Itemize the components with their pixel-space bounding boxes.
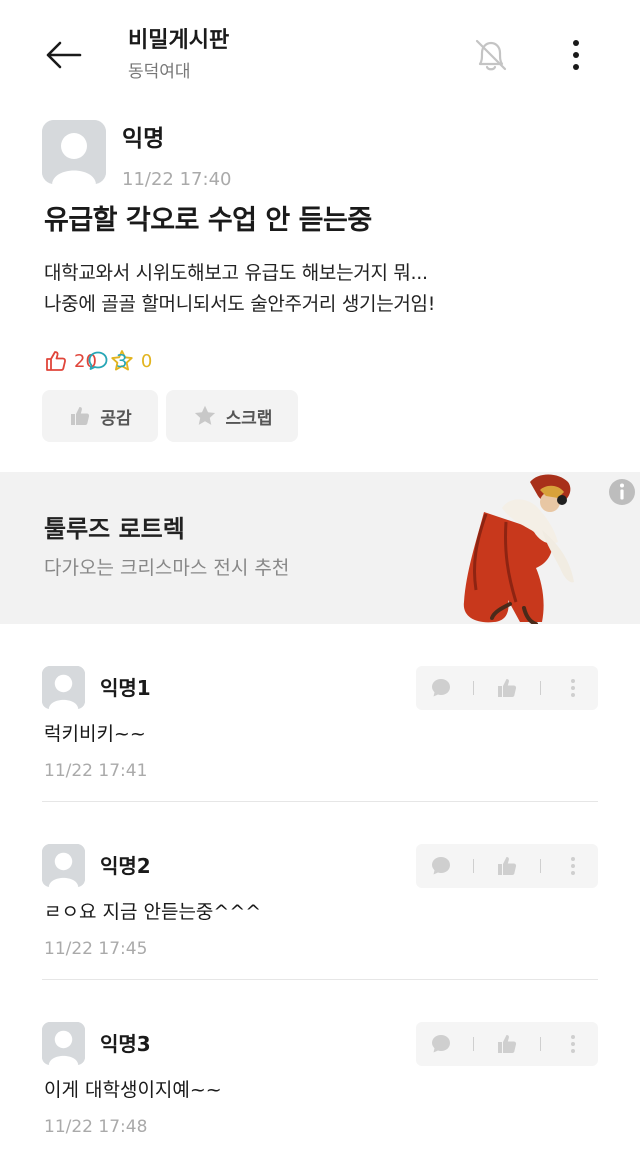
comment-item: 익명2 ㄹㅇ요 지금 안듣는중^^^ 11/22 17:45	[42, 802, 598, 980]
comment-text: ㄹㅇ요 지금 안듣는중^^^	[44, 901, 262, 923]
comment-tools	[416, 666, 598, 710]
board-subtitle: 동덕여대	[128, 62, 191, 82]
comment-timestamp: 11/22 17:48	[44, 1117, 148, 1137]
comment-text: 럭키비키~~	[44, 723, 146, 745]
avatar	[42, 666, 85, 709]
comment-item: 익명3 이게 대학생이지예~~ 11/22 17:48	[42, 980, 598, 1158]
ad-banner[interactable]: 툴루즈 로트렉 다가오는 크리스마스 전시 추천	[0, 472, 640, 624]
app-header: 비밀게시판 동덕여대	[0, 0, 640, 110]
tool-separator	[473, 1037, 475, 1051]
comment-like-button[interactable]	[490, 1027, 524, 1061]
comment-more-button[interactable]	[556, 671, 590, 705]
tool-separator	[539, 1037, 541, 1051]
reply-button[interactable]	[424, 1027, 458, 1061]
more-vertical-icon	[571, 679, 576, 697]
default-avatar-icon	[42, 120, 106, 184]
ad-title: 툴루즈 로트렉	[44, 515, 185, 543]
avatar	[42, 1022, 85, 1065]
comment-like-button[interactable]	[490, 671, 524, 705]
comment-like-button[interactable]	[490, 849, 524, 883]
comment-author: 익명1	[100, 676, 151, 700]
comment-tools	[416, 844, 598, 888]
more-vertical-icon	[571, 857, 576, 875]
more-options-button[interactable]	[556, 30, 596, 80]
bell-off-icon	[475, 39, 507, 71]
comment-more-button[interactable]	[556, 1027, 590, 1061]
thumbs-up-icon	[497, 857, 517, 875]
default-avatar-icon	[42, 1022, 85, 1065]
avatar	[42, 120, 106, 184]
notification-toggle-button[interactable]	[466, 30, 516, 80]
tool-separator	[539, 681, 541, 695]
post-author-name: 익명	[122, 126, 165, 152]
thumbs-up-icon	[497, 679, 517, 697]
post-author-row: 익명 11/22 17:40	[42, 120, 602, 190]
reply-button[interactable]	[424, 849, 458, 883]
comment-author: 익명2	[100, 854, 151, 878]
tool-separator	[539, 859, 541, 873]
tool-separator	[473, 859, 475, 873]
default-avatar-icon	[42, 844, 85, 887]
post-actions: 공감 스크랩	[42, 390, 306, 442]
reply-button[interactable]	[424, 671, 458, 705]
empathy-button[interactable]: 공감	[42, 390, 158, 442]
comment-text: 이게 대학생이지예~~	[44, 1079, 222, 1101]
ad-subtitle: 다가오는 크리스마스 전시 추천	[44, 557, 290, 579]
board-title-block: 비밀게시판 동덕여대	[128, 26, 229, 86]
thumbs-up-outline-icon	[46, 351, 66, 371]
tool-separator	[473, 681, 475, 695]
default-avatar-icon	[42, 666, 85, 709]
post-stats: 20 3 0	[44, 346, 164, 376]
comment-timestamp: 11/22 17:41	[44, 761, 148, 781]
empathy-label: 공감	[100, 408, 132, 429]
star-icon	[194, 405, 215, 425]
comment-bubble-icon	[431, 857, 450, 875]
comment-item: 익명1 럭키비키~~ 11/22 17:41	[42, 624, 598, 802]
thumbs-up-icon	[497, 1035, 517, 1053]
comment-bubble-icon	[431, 679, 450, 697]
comment-more-button[interactable]	[556, 849, 590, 883]
scrap-label: 스크랩	[225, 408, 273, 429]
avatar	[42, 844, 85, 887]
comment-count: 3	[116, 350, 128, 372]
post-title: 유급할 각오로 수업 안 듣는중	[44, 205, 372, 236]
more-vertical-icon	[571, 1035, 576, 1053]
ad-info-icon[interactable]	[608, 478, 636, 506]
ad-painting-image	[463, 474, 574, 624]
back-arrow-icon	[46, 41, 82, 69]
comment-timestamp: 11/22 17:45	[44, 939, 148, 959]
comment-tools	[416, 1022, 598, 1066]
scrap-button[interactable]: 스크랩	[166, 390, 298, 442]
comment-bubble-icon	[431, 1035, 450, 1053]
more-vertical-icon	[573, 40, 579, 70]
back-button[interactable]	[38, 30, 88, 80]
comment-author: 익명3	[100, 1032, 151, 1056]
post-timestamp: 11/22 17:40	[122, 169, 232, 190]
comment-bubble-icon	[88, 351, 108, 370]
board-title: 비밀게시판	[128, 28, 230, 53]
thumbs-up-icon	[71, 407, 90, 425]
